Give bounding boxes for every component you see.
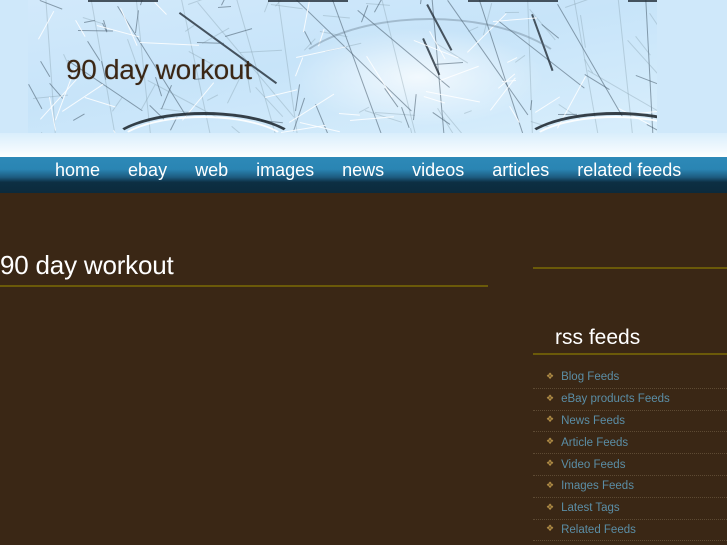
texture-line: [218, 5, 231, 8]
texture-line: [239, 50, 282, 54]
texture-line: [627, 40, 657, 93]
list-item[interactable]: ❖ Blog Feeds: [533, 367, 727, 389]
nav-item-videos[interactable]: videos: [412, 157, 464, 183]
page-title-rule: [0, 285, 488, 287]
content-area: 90 day workout rss feeds ❖ Blog Feeds ❖ eBa…: [0, 193, 727, 545]
list-item[interactable]: ❖ Images Feeds: [533, 476, 727, 498]
texture-line: [587, 70, 657, 111]
page-root: 90 day workout home ebay web images news vide…: [0, 0, 727, 545]
main-navigation: home ebay web images news videos articles relat…: [0, 157, 727, 193]
list-item[interactable]: ❖ Article Feeds: [533, 432, 727, 455]
nav-item-images[interactable]: images: [256, 157, 314, 183]
texture-line: [505, 11, 520, 13]
texture-line: [140, 84, 156, 110]
feed-link-related-feeds[interactable]: Related Feeds: [561, 524, 636, 536]
texture-line: [40, 0, 63, 10]
texture-line: [268, 0, 348, 2]
site-header: 90 day workout: [0, 0, 727, 133]
nav-item-articles[interactable]: articles: [492, 157, 549, 183]
feed-link-article-feeds[interactable]: Article Feeds: [561, 437, 628, 449]
feed-link-blog-feeds[interactable]: Blog Feeds: [561, 371, 619, 383]
list-item[interactable]: ❖ News Feeds: [533, 411, 727, 433]
diamond-bullet-icon: ❖: [546, 501, 555, 512]
texture-line: [303, 0, 312, 33]
texture-arc: [278, 18, 582, 133]
feed-link-latest-tags[interactable]: Latest Tags: [561, 502, 620, 514]
nav-item-home[interactable]: home: [55, 157, 100, 183]
diamond-bullet-icon: ❖: [546, 436, 555, 447]
texture-line: [73, 112, 86, 121]
nav-item-ebay[interactable]: ebay: [128, 157, 167, 183]
list-item[interactable]: ❖ Related Feeds: [533, 520, 727, 542]
sidebar-heading-divider: [533, 353, 727, 355]
texture-line: [88, 0, 158, 2]
texture-line: [649, 12, 657, 27]
sidebar-heading-rss-feeds: rss feeds: [555, 326, 641, 349]
texture-line: [635, 75, 657, 86]
texture-line: [420, 0, 423, 5]
feed-link-ebay-products-feeds[interactable]: eBay products Feeds: [561, 393, 670, 405]
texture-line: [206, 94, 218, 101]
texture-line: [264, 0, 270, 13]
sidebar-top-divider: [533, 267, 727, 269]
diamond-bullet-icon: ❖: [546, 523, 555, 534]
nav-item-related-feeds[interactable]: related feeds: [577, 157, 681, 183]
nav-item-web[interactable]: web: [195, 157, 228, 183]
texture-line: [564, 0, 593, 8]
list-item[interactable]: ❖ Latest Tags: [533, 498, 727, 520]
list-item[interactable]: ❖ eBay products Feeds: [533, 389, 727, 411]
header-gradient-band: [0, 133, 727, 157]
texture-line: [84, 96, 116, 108]
sidebar: rss feeds ❖ Blog Feeds ❖ eBay products Feed…: [533, 193, 727, 545]
texture-line: [628, 0, 657, 2]
feed-link-images-feeds[interactable]: Images Feeds: [561, 480, 634, 492]
texture-line: [540, 23, 559, 39]
feed-link-video-feeds[interactable]: Video Feeds: [561, 459, 625, 471]
texture-line: [153, 1, 167, 15]
nav-item-news[interactable]: news: [342, 157, 384, 183]
texture-line: [303, 31, 312, 46]
rss-feed-list: ❖ Blog Feeds ❖ eBay products Feeds ❖ News Fee…: [533, 367, 727, 542]
site-logo: 90 day workout: [66, 54, 252, 85]
diamond-bullet-icon: ❖: [546, 392, 555, 403]
feed-link-news-feeds[interactable]: News Feeds: [561, 415, 625, 427]
page-title: 90 day workout: [0, 250, 174, 280]
texture-line: [468, 0, 558, 2]
diamond-bullet-icon: ❖: [546, 370, 555, 381]
main-column: 90 day workout: [0, 193, 500, 545]
texture-line: [373, 0, 388, 13]
diamond-bullet-icon: ❖: [546, 458, 555, 469]
diamond-bullet-icon: ❖: [546, 479, 555, 490]
texture-line: [323, 15, 351, 19]
diamond-bullet-icon: ❖: [546, 414, 555, 425]
list-item[interactable]: ❖ Video Feeds: [533, 454, 727, 476]
